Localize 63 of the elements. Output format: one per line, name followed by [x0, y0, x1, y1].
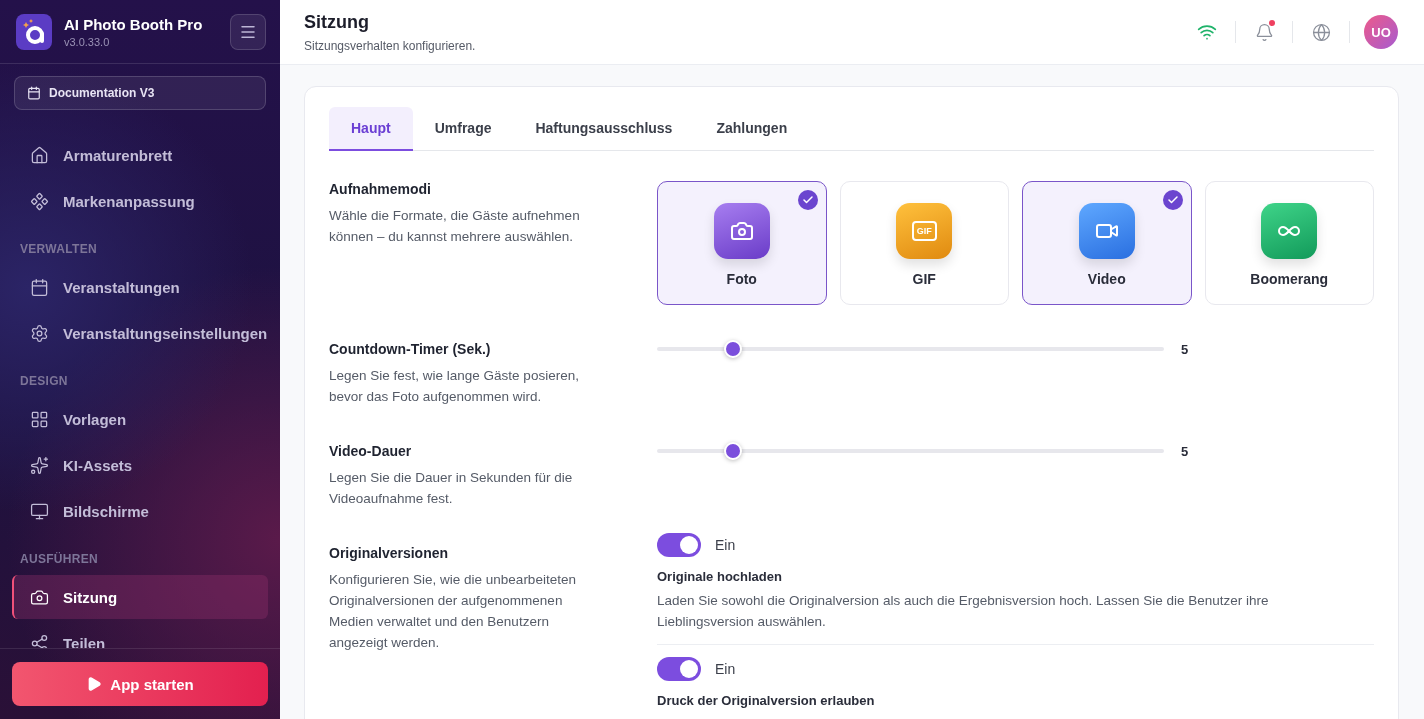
nav-icon [30, 409, 49, 429]
tab[interactable]: Haupt [329, 107, 413, 151]
app-name: AI Photo Booth Pro [64, 15, 204, 33]
toggle-switch[interactable] [657, 533, 701, 557]
slider-value: 5 [1181, 341, 1189, 357]
nav-item[interactable]: Sitzung [12, 575, 268, 619]
tab[interactable]: Haftungsausschluss [513, 107, 695, 151]
launch-button[interactable]: App starten [12, 662, 268, 706]
nav-icon [30, 633, 49, 648]
setting-title: Countdown-Timer (Sek.) [329, 341, 492, 357]
user-avatar[interactable]: UO [1364, 15, 1398, 49]
nav-icon [30, 145, 49, 165]
page-title: Sitzung [304, 11, 370, 33]
nav-item[interactable]: Armaturenbrett [12, 133, 268, 177]
section-heading: AUSFÜHREN [19, 551, 100, 568]
tab[interactable]: Umfrage [412, 107, 514, 151]
option-description: Laden Sie sowohl die Originalversion als auch die Ergebnisversion hoch. Lassen Sie die Benutzer ihre Lieblingsversion auswählen. [657, 592, 1270, 631]
nav-icon [30, 455, 49, 475]
setting-title: Aufnahmemodi [329, 181, 432, 197]
tab[interactable]: Zahlungen [694, 107, 810, 151]
toggle-state: Ein [715, 537, 736, 553]
nav-item[interactable]: Teilen [12, 621, 268, 648]
menu-button[interactable] [230, 13, 266, 50]
play-icon [86, 676, 103, 692]
nav-item[interactable]: Markenanpassung [12, 179, 268, 223]
setting-description: Wähle die Formate, die Gäste aufnehmen können – du kannst mehrere auswählen. [329, 207, 581, 246]
check-icon [1162, 190, 1183, 210]
check-icon [797, 190, 818, 210]
slider-thumb[interactable] [724, 442, 743, 460]
slider-value: 5 [1181, 443, 1189, 459]
slider-thumb[interactable] [724, 340, 743, 358]
option-title: Originale hochladen [657, 569, 783, 584]
event-selector[interactable]: Documentation V3 [14, 76, 266, 110]
toggle-state: Ein [715, 661, 736, 677]
mode-option[interactable]: Boomerang [1204, 181, 1374, 305]
setting-title: Originalversionen [329, 545, 450, 561]
setting-description: Legen Sie fest, wie lange Gäste posieren, bevor das Foto aufgenommen wird. [329, 367, 580, 406]
toggle-switch[interactable] [657, 657, 701, 681]
bell-icon [1254, 22, 1274, 42]
nav-item[interactable]: Bildschirme [12, 489, 268, 533]
section-heading: DESIGN [19, 373, 69, 390]
nav-icon [30, 277, 49, 297]
nav-icon [30, 501, 49, 521]
setting-description: Konfigurieren Sie, wie die unbearbeiteten Originalversionen der aufgenommenen Medien verwaltet und den Benutzern angezeigt werden. [329, 571, 577, 652]
section-heading: VERWALTEN [19, 241, 98, 258]
app-logo [16, 13, 52, 50]
mode-option[interactable]: Video [1022, 181, 1192, 305]
globe-icon [1311, 22, 1331, 42]
option-title: Druck der Originalversion erlauben [657, 693, 876, 708]
nav-item[interactable]: Veranstaltungen [12, 265, 268, 309]
mode-option[interactable]: Foto [657, 181, 827, 305]
calendar-icon [27, 86, 41, 100]
page-subtitle: Sitzungsverhalten konfigurieren. [304, 38, 477, 53]
nav-icon [30, 191, 49, 211]
setting-description: Legen Sie die Dauer in Sekunden für die Videoaufnahme fest. [329, 469, 574, 508]
nav-item[interactable]: Vorlagen [12, 397, 268, 441]
app-version: v3.0.33.0 [64, 35, 111, 48]
nav-icon [30, 323, 49, 343]
nav-item[interactable]: Veranstaltungseinstellungen [12, 311, 268, 355]
nav-item[interactable]: KI-Assets [12, 443, 268, 487]
setting-title: Video-Dauer [329, 443, 413, 459]
mode-option[interactable]: GIF GIF [839, 181, 1009, 305]
gif-icon: GIF [911, 220, 937, 241]
